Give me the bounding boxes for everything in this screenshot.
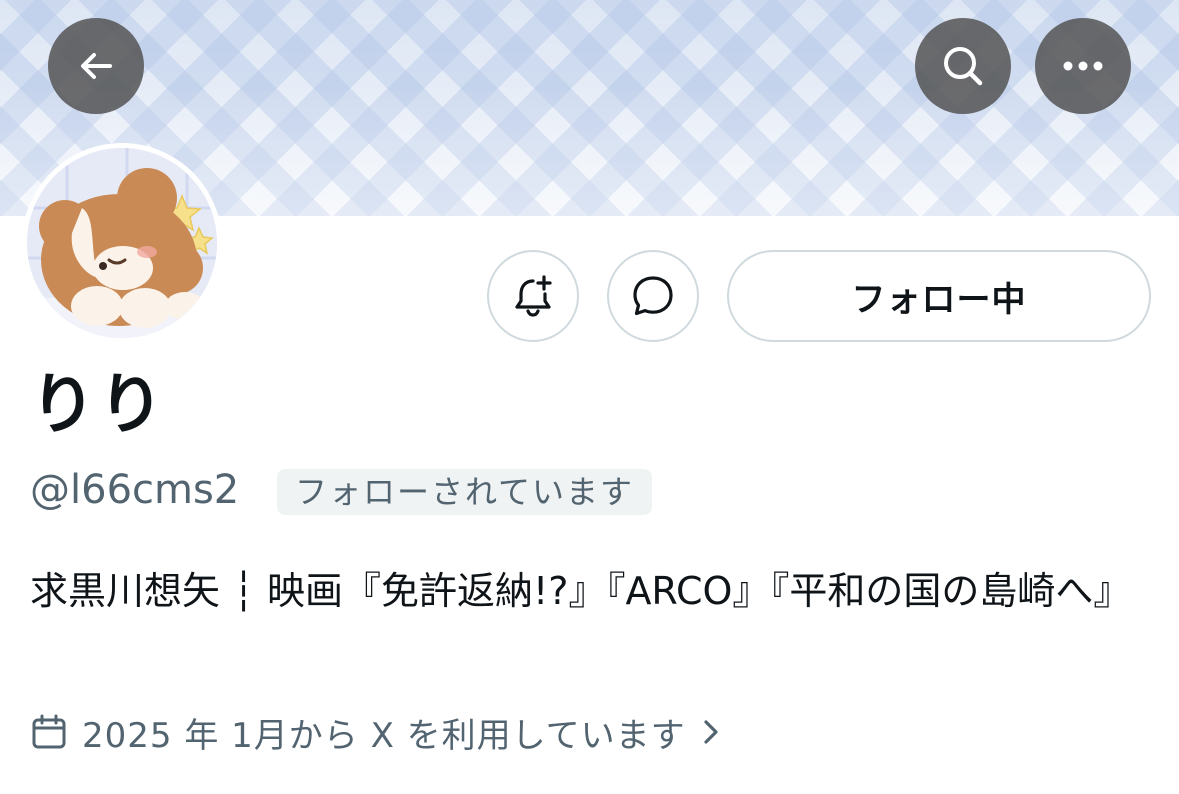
display-name: りり bbox=[30, 366, 166, 443]
bell-plus-icon bbox=[515, 275, 552, 317]
search-icon bbox=[944, 47, 983, 86]
more-horizontal-icon bbox=[1063, 61, 1103, 71]
user-handle: @l66cms2 bbox=[30, 467, 240, 513]
profile-page: フォロー中 りり @l66cms2 フォローされています 求黒川想矢 ┆ 映画『… bbox=[0, 0, 1179, 794]
arrow-left-icon bbox=[81, 53, 112, 79]
join-date-row[interactable]: 2025 年 1月から X を利用しています bbox=[30, 708, 722, 756]
back-button[interactable] bbox=[48, 18, 144, 114]
join-date-text: 2025 年 1月から X を利用しています bbox=[82, 715, 686, 756]
following-button[interactable]: フォロー中 bbox=[727, 250, 1151, 342]
chevron-right-icon bbox=[700, 717, 722, 747]
avatar[interactable] bbox=[22, 143, 222, 343]
message-button[interactable] bbox=[607, 250, 699, 342]
profile-bio: 求黒川想矢 ┆ 映画『免許返納!?』『ARCO』『平和の国の島崎へ』 bbox=[30, 569, 1132, 613]
avatar-image bbox=[27, 148, 217, 338]
search-button[interactable] bbox=[915, 18, 1011, 114]
follows-you-badge: フォローされています bbox=[277, 469, 653, 515]
notification-button[interactable] bbox=[487, 250, 579, 342]
message-bubble-icon bbox=[633, 276, 673, 316]
calendar-icon bbox=[30, 713, 68, 751]
more-button[interactable] bbox=[1035, 18, 1131, 114]
